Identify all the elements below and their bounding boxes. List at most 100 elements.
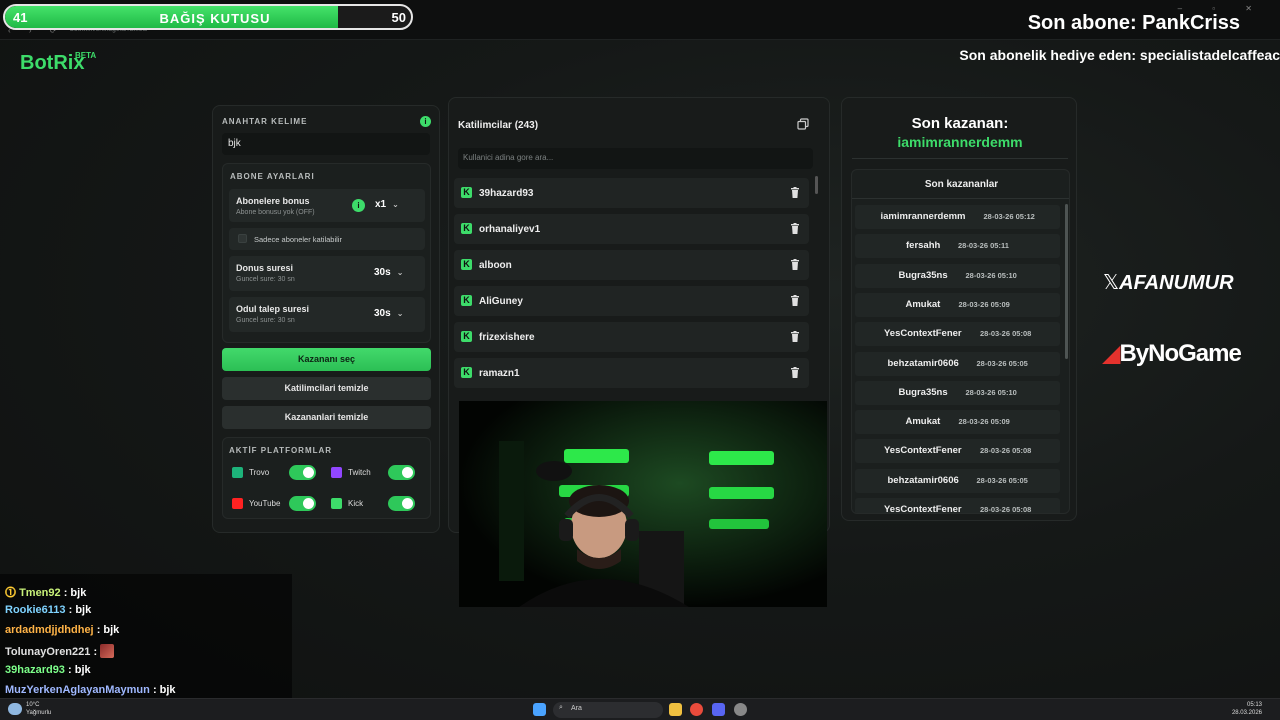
participants-title: Katilimcilar (243) bbox=[458, 120, 539, 131]
windows-taskbar: 10°C Yağmurlu ⌕ Ara 05:13 28.03.2026 bbox=[0, 698, 1280, 720]
keyword-input[interactable]: bjk bbox=[222, 133, 430, 155]
x-logo-icon: 𝕏 bbox=[1103, 272, 1120, 294]
clock-time: 05:13 bbox=[1246, 702, 1262, 708]
trash-icon[interactable] bbox=[790, 187, 800, 198]
bonus-duration-row: Donus suresi Guncel sure: 30 sn 30s ⌄ bbox=[229, 256, 425, 291]
clear-winners-button[interactable]: Kazananlari temizle bbox=[222, 406, 431, 429]
winner-row: Bugra35ns 28-03-26 05:10 bbox=[855, 263, 1060, 288]
claim-duration-row: Odul talep suresi Guncel sure: 30 sn 30s… bbox=[229, 297, 425, 332]
discord-icon[interactable] bbox=[712, 703, 725, 716]
kick-icon: K bbox=[461, 259, 472, 270]
webcam-overlay bbox=[459, 401, 827, 607]
file-explorer-icon[interactable] bbox=[669, 703, 682, 716]
sub-bonus-value: x1 bbox=[375, 199, 387, 210]
winner-row: Bugra35ns 28-03-26 05:10 bbox=[855, 380, 1060, 405]
claim-duration-select[interactable]: 30s ⌄ bbox=[374, 308, 403, 324]
last-winner-label: Son kazanan: bbox=[911, 115, 1009, 132]
participant-search-input[interactable]: Kullanici adina gore ara... bbox=[458, 148, 813, 169]
winner-time: 28-03-26 05:05 bbox=[976, 475, 1028, 485]
bonus-duration-desc: Guncel sure: 30 sn bbox=[236, 276, 295, 283]
chat-message: Rookie6113 : bjk bbox=[5, 604, 91, 616]
kick-icon: K bbox=[461, 331, 472, 342]
chat-text: : bjk bbox=[68, 664, 91, 676]
sub-only-row[interactable]: Sadece aboneler katilabilir bbox=[229, 228, 425, 250]
sub-bonus-row: Abonelere bonus Abone bonusu yok (OFF) i… bbox=[229, 189, 425, 222]
active-platforms: AKTİF PLATFORMLAR Trovo Twitch YouTube K… bbox=[222, 437, 431, 519]
winner-name: behzatamir0606 bbox=[887, 474, 959, 486]
trovo-toggle[interactable] bbox=[289, 465, 316, 480]
app-icon[interactable] bbox=[734, 703, 747, 716]
trash-icon[interactable] bbox=[790, 367, 800, 378]
chat-message: MuzYerkenAglayanMaymun : bjk bbox=[5, 684, 176, 696]
trash-icon[interactable] bbox=[790, 295, 800, 306]
winner-row: YesContextFener 28-03-26 05:08 bbox=[855, 498, 1060, 513]
youtube-icon bbox=[232, 498, 243, 509]
chrome-icon[interactable] bbox=[690, 703, 703, 716]
bonus-duration-select[interactable]: 30s ⌄ bbox=[374, 267, 403, 283]
trovo-icon bbox=[232, 467, 243, 478]
windows-start-icon[interactable] bbox=[533, 703, 546, 716]
youtube-toggle[interactable] bbox=[289, 496, 316, 511]
chat-username: TolunayOren221 bbox=[5, 646, 91, 658]
participants-scrollbar[interactable] bbox=[815, 176, 818, 194]
sub-bonus-desc: Abone bonusu yok (OFF) bbox=[236, 209, 315, 216]
system-clock[interactable]: 05:13 28.03.2026 bbox=[1232, 701, 1262, 717]
trash-icon[interactable] bbox=[790, 259, 800, 270]
winner-row: Amukat 28-03-26 05:09 bbox=[855, 410, 1060, 435]
clock-date: 28.03.2026 bbox=[1231, 710, 1262, 716]
winner-row: YesContextFener 28-03-26 05:08 bbox=[855, 439, 1060, 464]
x-social-handle: 𝕏AFANUMUR bbox=[1103, 270, 1234, 295]
copy-icon[interactable] bbox=[797, 118, 809, 130]
taskbar-search-label: Ara bbox=[571, 705, 582, 712]
winner-name: Bugra35ns bbox=[898, 269, 948, 281]
winner-name: Amukat bbox=[905, 416, 941, 428]
taskbar-search[interactable]: ⌕ Ara bbox=[553, 702, 663, 718]
chat-overlay: ⓵ Tmen92 : bjk Rookie6113 : bjk ardadmdj… bbox=[0, 574, 292, 698]
kick-icon: K bbox=[461, 295, 472, 306]
chat-text: : bjk bbox=[68, 604, 92, 616]
sub-only-checkbox[interactable] bbox=[238, 234, 247, 243]
participant-row: K 39hazard93 bbox=[454, 178, 809, 208]
twitch-icon bbox=[331, 467, 342, 478]
chat-username: ardadmdjjdhdhej bbox=[5, 624, 94, 636]
winner-name: YesContextFener bbox=[884, 328, 962, 340]
winner-time: 28-03-26 05:08 bbox=[980, 446, 1032, 456]
sub-bonus-title: Abonelere bonus bbox=[236, 196, 310, 206]
winner-name: Bugra35ns bbox=[898, 386, 948, 398]
sponsor-name: ByNoGame bbox=[1119, 340, 1241, 367]
info-icon[interactable]: i bbox=[420, 116, 431, 127]
sub-bonus-info-icon[interactable]: i bbox=[352, 199, 365, 212]
sub-bonus-select[interactable]: x1 ⌄ bbox=[375, 199, 399, 215]
participant-name: frizexishere bbox=[479, 332, 535, 343]
chat-text: : bjk bbox=[96, 624, 120, 636]
winners-panel: Son kazanan: iamimrannerdemm Son kazanan… bbox=[841, 97, 1077, 521]
participant-name: AliGuney bbox=[479, 296, 523, 307]
platform-name: Twitch bbox=[348, 468, 371, 477]
winner-row: iamimrannerdemm 28-03-26 05:12 bbox=[855, 205, 1060, 229]
winner-row: Amukat 28-03-26 05:09 bbox=[855, 292, 1060, 317]
clear-participants-button[interactable]: Katilimcilari temizle bbox=[222, 377, 431, 400]
winner-name: fersahh bbox=[906, 240, 941, 252]
recent-winners-title: Son kazananlar bbox=[924, 179, 999, 190]
trash-icon[interactable] bbox=[790, 331, 800, 342]
trash-icon[interactable] bbox=[790, 223, 800, 234]
winner-name: YesContextFener bbox=[884, 445, 962, 457]
chat-text: : bbox=[93, 646, 98, 658]
keyword-label: ANAHTAR KELIME bbox=[222, 117, 308, 126]
claim-duration-title: Odul talep suresi bbox=[236, 304, 310, 314]
subscriber-settings: ABONE AYARLARI Abonelere bonus Abone bon… bbox=[222, 163, 431, 343]
divider bbox=[852, 158, 1068, 159]
chevron-down-icon: ⌄ bbox=[392, 200, 399, 209]
chat-username: MuzYerkenAglayanMaymun bbox=[5, 684, 150, 696]
weather-widget[interactable]: 10°C Yağmurlu bbox=[26, 701, 51, 717]
donation-goal: 50 bbox=[391, 10, 406, 25]
winners-scrollbar[interactable] bbox=[1065, 204, 1068, 359]
chat-username: Rookie6113 bbox=[5, 604, 66, 616]
kick-toggle[interactable] bbox=[388, 496, 415, 511]
raffle-settings-panel: ANAHTAR KELIME i bjk ABONE AYARLARI Abon… bbox=[212, 105, 440, 533]
pick-winner-button[interactable]: Kazananı seç bbox=[222, 348, 431, 371]
participant-row: K orhanaliyev1 bbox=[454, 214, 809, 244]
chevron-down-icon: ⌄ bbox=[396, 309, 404, 318]
bonus-duration-value: 30s bbox=[374, 267, 391, 278]
twitch-toggle[interactable] bbox=[388, 465, 415, 480]
